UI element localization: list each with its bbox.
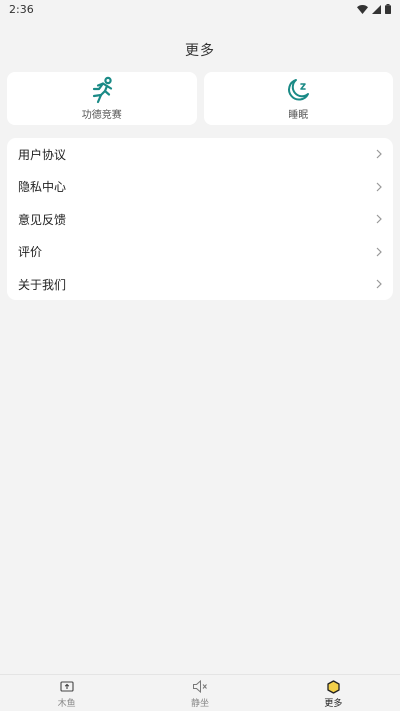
card-label: 睡眠	[288, 110, 309, 121]
speaker-mute-icon	[192, 679, 208, 695]
nav-label: 静坐	[190, 698, 209, 709]
chevron-right-icon	[376, 279, 382, 289]
moon-sleep-icon	[284, 76, 312, 104]
page-title: 更多	[185, 43, 215, 59]
menu-item-user-agreement[interactable]: 用户协议	[7, 138, 393, 171]
signal-icon	[372, 4, 381, 14]
status-icons	[357, 4, 391, 14]
chevron-right-icon	[376, 214, 382, 224]
chevron-right-icon	[376, 149, 382, 159]
merit-competition-card[interactable]: 功德竞赛	[7, 72, 197, 125]
wooden-fish-icon	[60, 679, 74, 695]
chevron-right-icon	[376, 182, 382, 192]
status-bar: 2:36	[0, 0, 400, 18]
hexagon-icon	[327, 679, 340, 695]
nav-item-more[interactable]: 更多	[267, 675, 400, 711]
settings-menu: 用户协议 隐私中心 意见反馈 评价 关于我们	[7, 138, 393, 300]
nav-label: 更多	[324, 698, 343, 709]
nav-label: 木鱼	[57, 698, 76, 709]
menu-item-label: 关于我们	[18, 277, 67, 292]
menu-item-label: 隐私中心	[18, 180, 67, 195]
more-screen: 2:36 更多 功德竞赛 睡眠 用户协议 隐私中心 意见反馈 评价 关于我们 木…	[0, 0, 400, 711]
chevron-right-icon	[376, 247, 382, 257]
menu-item-privacy-center[interactable]: 隐私中心	[7, 171, 393, 204]
bottom-nav: 木鱼 静坐 更多	[0, 674, 400, 711]
menu-item-feedback[interactable]: 意见反馈	[7, 203, 393, 236]
running-person-icon	[88, 76, 116, 104]
nav-item-meditation[interactable]: 静坐	[133, 675, 266, 711]
card-label: 功德竞赛	[81, 110, 122, 121]
battery-icon	[385, 4, 391, 14]
wifi-icon	[357, 4, 368, 14]
status-time: 2:36	[9, 2, 34, 16]
menu-item-label: 意见反馈	[18, 212, 67, 227]
menu-item-label: 评价	[18, 245, 43, 260]
nav-item-wooden-fish[interactable]: 木鱼	[0, 675, 133, 711]
feature-cards: 功德竞赛 睡眠	[7, 72, 393, 125]
sleep-card[interactable]: 睡眠	[203, 72, 393, 125]
menu-item-about-us[interactable]: 关于我们	[7, 268, 393, 301]
menu-item-rate[interactable]: 评价	[7, 236, 393, 269]
menu-item-label: 用户协议	[18, 147, 67, 162]
